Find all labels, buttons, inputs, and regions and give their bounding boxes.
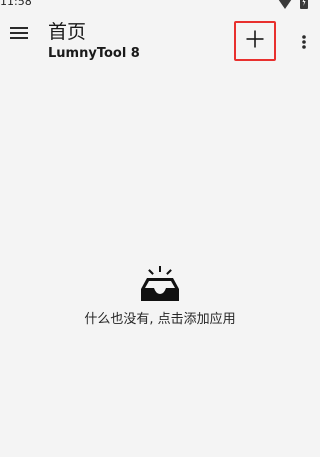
add-app-button[interactable]: [234, 21, 276, 61]
more-options-button[interactable]: [292, 32, 316, 56]
page-title: 首页: [48, 21, 87, 43]
menu-button[interactable]: [4, 20, 34, 50]
wifi-icon: [276, 0, 294, 10]
status-time: 11:58: [0, 0, 32, 8]
app-subtitle: LumnyTool 8: [48, 46, 140, 61]
plus-icon: [245, 29, 265, 53]
status-icons: [276, 0, 308, 10]
hamburger-menu-icon: [9, 25, 29, 45]
empty-state-message: 什么也没有, 点击添加应用: [84, 312, 236, 327]
empty-state: 什么也没有, 点击添加应用: [0, 265, 320, 329]
app-bar: 首页 LumnyTool 8: [0, 10, 320, 66]
more-vertical-icon: [301, 34, 307, 54]
battery-icon: [300, 0, 308, 10]
empty-inbox-icon: [139, 265, 181, 305]
status-bar: 11:58: [0, 0, 320, 10]
title-block: 首页 LumnyTool 8: [48, 20, 140, 63]
